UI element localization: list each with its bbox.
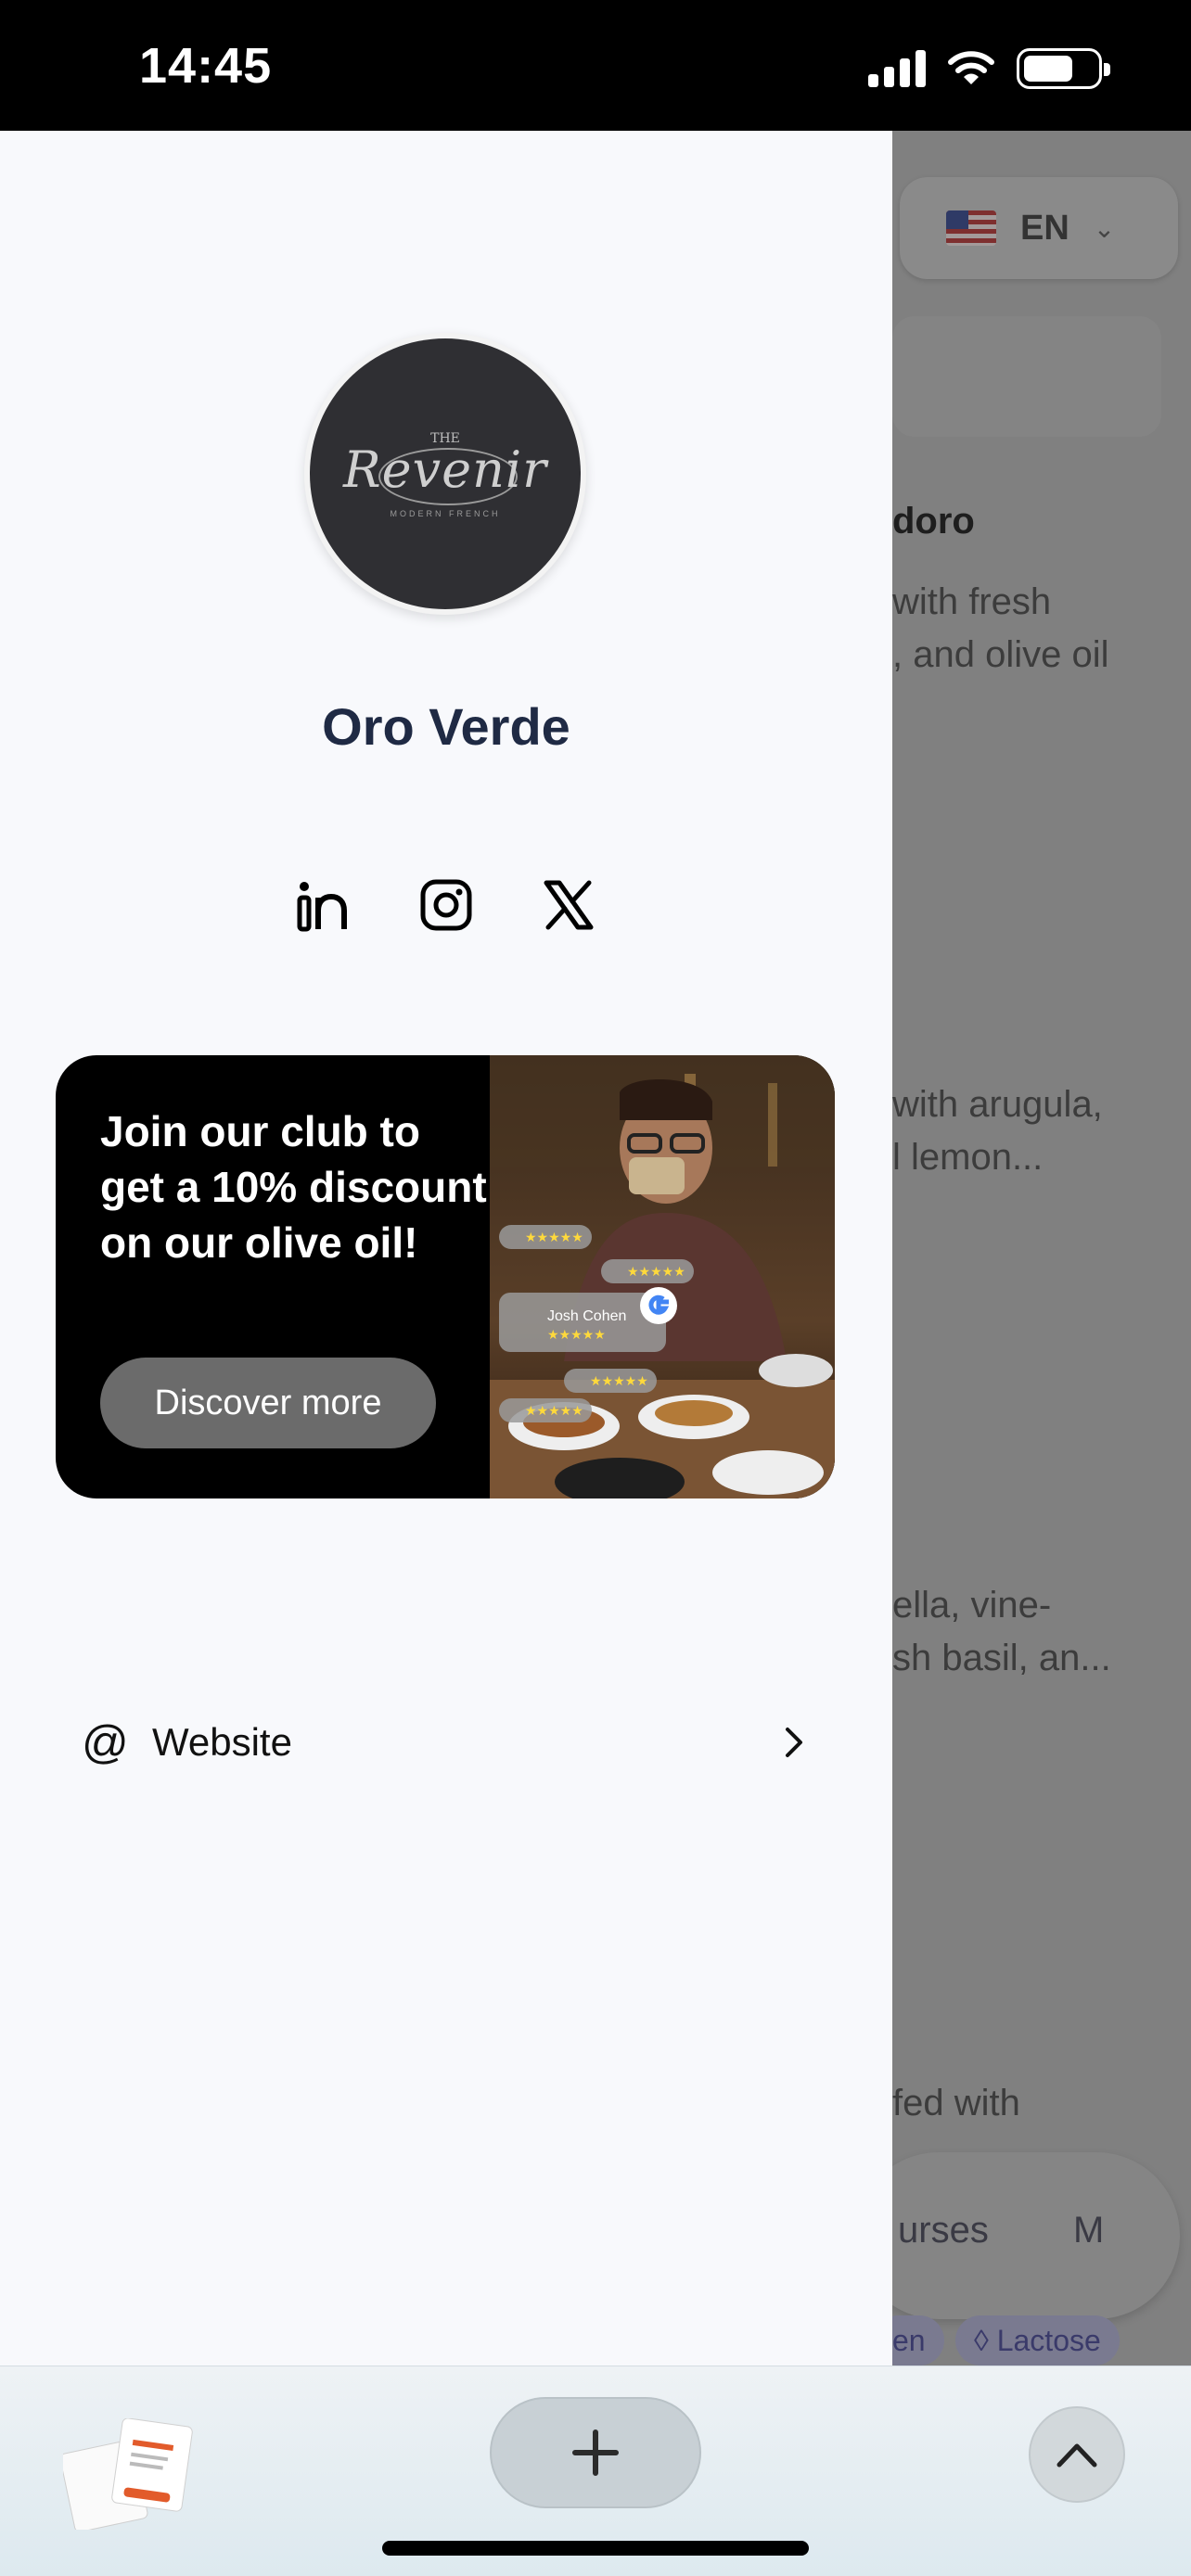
chevron-up-icon	[1057, 2443, 1097, 2468]
menu-item-description: , and olive oil	[892, 634, 1109, 675]
linkedin-icon[interactable]	[296, 877, 352, 933]
promo-card[interactable]: Join our club to get a 10% discount on o…	[56, 1055, 835, 1498]
plus-icon	[572, 2429, 619, 2476]
home-indicator	[382, 2541, 809, 2556]
new-tab-button[interactable]	[490, 2397, 701, 2508]
svg-text:★★★★★: ★★★★★	[525, 1404, 583, 1419]
social-links	[0, 877, 892, 933]
cellular-signal-icon	[868, 50, 926, 87]
svg-text:★★★★★: ★★★★★	[547, 1328, 606, 1343]
scroll-up-button[interactable]	[1029, 2406, 1125, 2503]
review-name: Josh Cohen	[547, 1308, 626, 1324]
restaurant-logo: THE Revenir MODERN FRENCH	[304, 333, 586, 615]
promo-photo: ★★★★★ ★★★★★ ★★★★★ ★★★★★ ★★★★★ Josh Cohen	[490, 1055, 835, 1498]
chevron-right-icon	[786, 1728, 802, 1757]
promo-text: Join our club to get a 10% discount on o…	[100, 1107, 487, 1267]
restaurant-name: Oro Verde	[322, 697, 570, 756]
category-tab[interactable]: M	[1073, 2210, 1104, 2251]
svg-text:★★★★★: ★★★★★	[590, 1374, 648, 1389]
website-link[interactable]: @ Website	[82, 1705, 805, 1779]
discover-more-button[interactable]: Discover more	[100, 1358, 436, 1448]
menu-item-description: sh basil, an...	[892, 1638, 1111, 1678]
svg-text:★★★★★: ★★★★★	[627, 1265, 685, 1280]
menu-item-title: doro	[892, 501, 975, 542]
side-drawer: THE Revenir MODERN FRENCH Oro Verde Join…	[0, 131, 892, 2366]
status-time: 14:45	[139, 38, 273, 94]
menu-item-description: l lemon...	[892, 1137, 1044, 1178]
menu-item-description: with arugula,	[892, 1084, 1103, 1125]
background-page: EN ⌄ doro with fresh , and olive oil wit…	[892, 131, 1191, 2366]
at-icon: @	[82, 1716, 129, 1768]
battery-icon	[1017, 48, 1110, 89]
instagram-icon[interactable]	[418, 877, 474, 933]
drop-icon: ◊	[974, 2324, 997, 2357]
wifi-icon	[948, 51, 994, 84]
x-icon[interactable]	[541, 877, 596, 933]
tabs-overview-icon[interactable]	[63, 2418, 193, 2530]
logo-name: Revenir	[343, 440, 547, 499]
svg-text:★★★★★: ★★★★★	[525, 1231, 583, 1245]
menu-item-description: fed with	[892, 2083, 1020, 2123]
allergen-tag: ◊ Lactose	[955, 2315, 1120, 2366]
us-flag-icon	[946, 210, 996, 246]
allergen-tag: en	[892, 2315, 944, 2366]
search-box[interactable]	[892, 316, 1161, 437]
language-code: EN	[1020, 208, 1069, 248]
language-selector[interactable]: EN ⌄	[900, 177, 1178, 279]
category-nav[interactable]: urses M	[892, 2152, 1180, 2319]
category-tab[interactable]: urses	[898, 2210, 989, 2251]
menu-item-description: with fresh	[892, 581, 1052, 622]
status-bar: 14:45	[0, 0, 1191, 131]
website-label: Website	[152, 1720, 292, 1764]
status-icons	[868, 48, 1110, 89]
chevron-down-icon: ⌄	[1093, 213, 1116, 243]
logo-subtitle: MODERN FRENCH	[390, 509, 501, 518]
menu-item-description: ella, vine-	[892, 1585, 1052, 1626]
